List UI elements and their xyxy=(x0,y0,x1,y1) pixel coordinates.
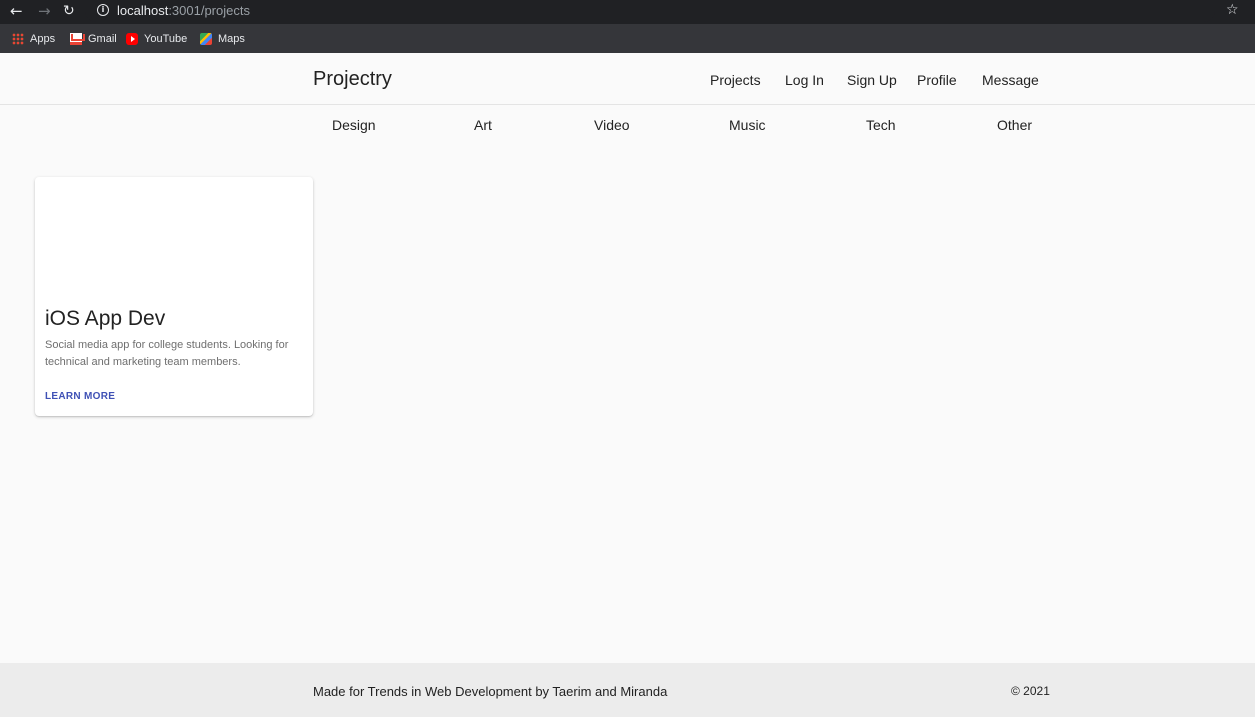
card-media xyxy=(35,177,313,292)
app-header: Projectry Projects Log In Sign Up Profil… xyxy=(0,53,1255,105)
site-info-icon[interactable]: i xyxy=(97,4,109,16)
bookmark-gmail[interactable]: Gmail xyxy=(70,29,117,49)
bookmark-star-icon[interactable]: ☆ xyxy=(1226,2,1239,18)
project-description: Social media app for college students. L… xyxy=(45,339,289,368)
nav-projects[interactable]: Projects xyxy=(710,72,761,88)
category-music[interactable]: Music xyxy=(729,117,766,133)
bookmark-label: Apps xyxy=(30,33,56,45)
maps-icon xyxy=(200,33,212,45)
nav-login[interactable]: Log In xyxy=(785,72,824,88)
url-text[interactable]: localhost:3001/projects xyxy=(117,3,250,18)
nav-message[interactable]: Message xyxy=(982,72,1039,88)
nav-signup[interactable]: Sign Up xyxy=(847,72,897,88)
youtube-icon xyxy=(126,33,138,45)
bookmark-maps[interactable]: Maps xyxy=(200,29,245,49)
url-path: :3001/projects xyxy=(168,3,250,18)
reload-icon[interactable]: ↻ xyxy=(63,2,75,20)
project-card[interactable]: iOS App Dev Social media app for college… xyxy=(35,177,313,416)
bookmarks-bar: Apps Gmail YouTube Maps xyxy=(0,29,1255,49)
browser-chrome: ← → ↻ i localhost:3001/projects ☆ Apps G… xyxy=(0,0,1255,53)
nav-profile[interactable]: Profile xyxy=(917,72,957,88)
bookmark-label: Maps xyxy=(218,33,245,45)
bookmark-youtube[interactable]: YouTube xyxy=(126,29,187,49)
category-art[interactable]: Art xyxy=(474,117,492,133)
bookmark-label: Gmail xyxy=(88,33,117,45)
category-design[interactable]: Design xyxy=(332,117,376,133)
category-other[interactable]: Other xyxy=(997,117,1032,133)
bookmark-label: YouTube xyxy=(144,33,188,45)
footer-credit: Made for Trends in Web Development by Ta… xyxy=(313,684,668,699)
page-footer: Made for Trends in Web Development by Ta… xyxy=(0,663,1255,717)
category-video[interactable]: Video xyxy=(594,117,630,133)
gmail-icon xyxy=(70,33,82,45)
forward-arrow-icon[interactable]: → xyxy=(38,2,51,20)
bookmark-apps[interactable]: Apps xyxy=(12,29,55,49)
back-arrow-icon[interactable]: ← xyxy=(10,2,23,20)
url-host: localhost xyxy=(117,3,169,18)
project-title: iOS App Dev xyxy=(45,307,166,330)
learn-more-button[interactable]: LEARN MORE xyxy=(45,391,115,402)
address-bar[interactable]: i localhost:3001/projects xyxy=(85,0,1215,22)
url-bar-row: ← → ↻ i localhost:3001/projects ☆ xyxy=(0,0,1255,24)
brand-logo[interactable]: Projectry xyxy=(313,68,392,91)
footer-copyright: © 2021 xyxy=(1011,684,1050,698)
apps-grid-icon xyxy=(12,33,24,45)
category-tech[interactable]: Tech xyxy=(866,117,896,133)
